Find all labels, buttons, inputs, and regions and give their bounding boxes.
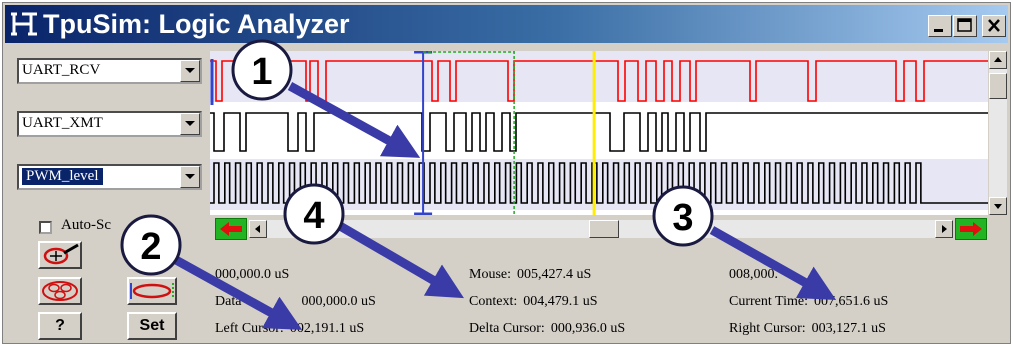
jump-right-button[interactable] [955, 218, 987, 240]
minimize-icon [934, 29, 943, 32]
current-time-value: 007,651.6 uS [813, 294, 889, 309]
arrow-left-icon [255, 225, 260, 233]
auto-scroll-label: Auto-Sc [61, 217, 111, 233]
zoom-cursor-button[interactable] [38, 241, 82, 269]
trace-uart-rcv [210, 60, 988, 102]
help-button[interactable]: ? [38, 312, 82, 340]
vertical-scrollbar[interactable] [989, 51, 1007, 215]
waveform-canvas [210, 51, 988, 215]
signal-select-value: UART_XMT [22, 115, 103, 131]
select-range-button[interactable] [127, 277, 177, 305]
right-cursor-label: Right Cursor: [729, 321, 806, 336]
chevron-down-icon [185, 174, 195, 179]
signal-select-uart-xmt[interactable]: UART_XMT [17, 111, 202, 137]
minimize-button[interactable] [928, 15, 952, 37]
select-range-icon [130, 283, 174, 299]
mouse-value: 005,427.4 uS [517, 267, 592, 282]
right-cursor-value: 003,127.1 uS [811, 321, 886, 336]
chevron-down-icon [185, 68, 195, 73]
left-cursor-readout: Left Cursor: 002,191.1 uS [215, 321, 364, 337]
set-button[interactable]: Set [127, 312, 177, 340]
dropdown-button[interactable] [180, 60, 200, 82]
delta-cursor-readout: Delta Cursor: 000,936.0 uS [469, 321, 625, 337]
horizontal-scrollbar[interactable] [249, 220, 953, 238]
maximize-button[interactable] [953, 15, 977, 37]
scroll-left-button[interactable] [249, 220, 267, 238]
current-time-readout: Current Time: 007,651.6 uS [729, 294, 888, 310]
current-time-label: Current Time: [729, 294, 808, 309]
zoom-out-icon [42, 281, 78, 301]
left-cursor-label: Left Cursor: [215, 321, 284, 336]
title-bar[interactable]: TpuSim: Logic Analyzer [5, 5, 1008, 43]
right-cursor-readout: Right Cursor: 003,127.1 uS [729, 321, 886, 337]
context-readout: Context: 004,479.1 uS [469, 294, 598, 310]
mouse-label: Mouse: [469, 267, 511, 282]
signal-select-value: PWM_level [22, 168, 103, 185]
context-label: Context: [469, 294, 518, 309]
arrow-up-icon [994, 57, 1002, 62]
delta-cursor-label: Delta Cursor: [469, 321, 545, 336]
waveform-plot[interactable] [210, 51, 988, 215]
scroll-right-button[interactable] [935, 220, 953, 238]
scroll-down-button[interactable] [989, 197, 1007, 215]
dropdown-button[interactable] [180, 166, 200, 188]
arrow-right-icon [942, 225, 947, 233]
trace-pwm-level [210, 162, 988, 204]
auto-scroll-checkbox[interactable] [39, 221, 52, 234]
end-time-readout: 008,000. [729, 267, 778, 282]
close-button[interactable] [982, 15, 1006, 37]
arrow-right-red-icon [960, 222, 982, 236]
scroll-thumb[interactable] [989, 73, 1007, 99]
maximize-icon [957, 18, 972, 32]
arrow-down-icon [994, 204, 1002, 209]
app-icon [11, 12, 37, 36]
zoom-out-button[interactable] [38, 277, 82, 305]
data-value: 000,000.0 uS [301, 294, 376, 309]
scroll-up-button[interactable] [989, 51, 1007, 69]
chevron-down-icon [185, 121, 195, 126]
signal-select-uart-rcv[interactable]: UART_RCV [17, 58, 202, 84]
data-label: Data [215, 294, 242, 309]
context-value: 004,479.1 uS [523, 294, 598, 309]
arrow-left-red-icon [220, 222, 242, 236]
signal-select-pwm-level[interactable]: PWM_level [17, 164, 202, 190]
delta-cursor-value: 000,936.0 uS [550, 321, 626, 336]
logic-analyzer-window: TpuSim: Logic Analyzer UART_RCV UART_XMT… [2, 2, 1011, 344]
jump-left-button[interactable] [215, 218, 247, 240]
dropdown-button[interactable] [180, 113, 200, 135]
signal-select-value: UART_RCV [22, 62, 101, 78]
window-title: TpuSim: Logic Analyzer [43, 9, 350, 39]
trace-uart-xmt [210, 112, 988, 152]
hscroll-thumb[interactable] [589, 220, 619, 238]
close-icon [988, 19, 1000, 32]
zoom-cursor-icon [43, 243, 79, 265]
data-readout: Data 000,000.0 uS [215, 294, 376, 310]
mouse-readout: Mouse: 005,427.4 uS [469, 267, 591, 283]
left-cursor-value: 002,191.1 uS [289, 321, 365, 336]
start-time-readout: 000,000.0 uS [215, 267, 290, 282]
